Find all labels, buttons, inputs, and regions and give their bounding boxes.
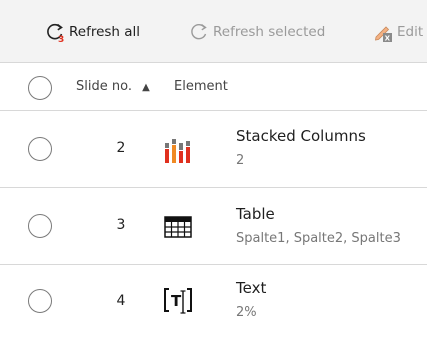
- element-name: Table: [236, 205, 275, 223]
- refresh-selected-button[interactable]: Refresh selected: [188, 20, 325, 44]
- slide-number: 4: [116, 293, 126, 309]
- table-row[interactable]: 2 Stacked Columns 2: [0, 111, 427, 188]
- element-detail: Spalte1, Spalte2, Spalte3: [236, 231, 401, 246]
- edit-pencil-icon: X: [372, 21, 394, 43]
- table-icon: [163, 211, 193, 241]
- text-box-icon: T: [163, 285, 193, 315]
- table-row[interactable]: 4 T Text 2%: [0, 265, 427, 341]
- slide-number: 2: [116, 140, 126, 156]
- edit-label: Edit: [397, 24, 424, 40]
- refresh-selected-icon: [188, 21, 210, 43]
- toolbar: 3 Refresh all Refresh selected X Edit: [0, 0, 427, 63]
- refresh-all-icon: 3: [44, 21, 66, 45]
- svg-text:T: T: [171, 292, 182, 310]
- row-select-radio[interactable]: [28, 289, 52, 313]
- element-name: Stacked Columns: [236, 127, 366, 145]
- element-detail: 2%: [236, 305, 257, 320]
- element-detail: 2: [236, 153, 245, 168]
- select-all-radio[interactable]: [28, 76, 52, 100]
- svg-text:X: X: [385, 35, 391, 43]
- svg-text:3: 3: [58, 35, 64, 43]
- row-select-radio[interactable]: [28, 214, 52, 238]
- sort-ascending-icon: ▲: [142, 82, 150, 93]
- refresh-all-button[interactable]: 3 Refresh all: [44, 20, 141, 45]
- table-header: Slide no. ▲ Element: [0, 63, 427, 111]
- refresh-selected-label: Refresh selected: [213, 24, 326, 40]
- refresh-all-label: Refresh all: [69, 24, 141, 40]
- row-select-radio[interactable]: [28, 137, 52, 161]
- column-header-element[interactable]: Element: [174, 79, 228, 94]
- stacked-columns-icon: [163, 135, 193, 165]
- element-name: Text: [236, 279, 267, 297]
- slide-number: 3: [116, 217, 126, 233]
- table-row[interactable]: 3 Table Spalte1, Spalte2, Spalte3: [0, 188, 427, 265]
- column-header-slide-label: Slide no.: [76, 79, 132, 94]
- column-header-element-label: Element: [174, 79, 228, 94]
- column-header-slide-no[interactable]: Slide no. ▲: [76, 79, 150, 94]
- edit-button[interactable]: X Edit: [372, 20, 423, 44]
